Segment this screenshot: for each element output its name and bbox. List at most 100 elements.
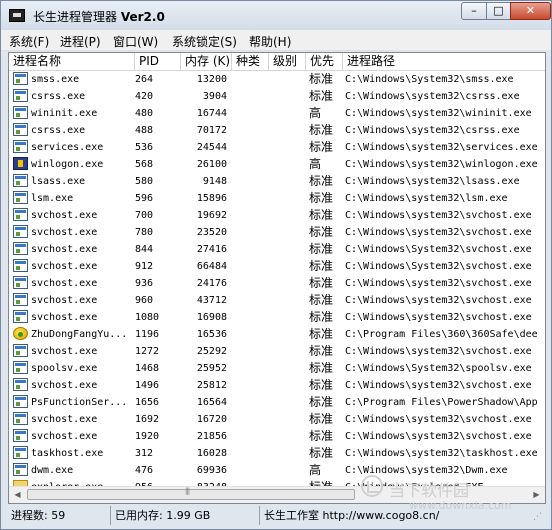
window-app-icon <box>13 429 28 442</box>
table-row[interactable]: services.exe 536 24544 标准 C:\Windows\system3… <box>9 139 545 156</box>
priority-cell: 标准 <box>309 89 334 103</box>
table-row[interactable]: svchost.exe 1692 16720 标准 C:\Windows\system3… <box>9 411 545 428</box>
path-cell: C:\Windows\system32\svchost.exe <box>345 227 532 238</box>
memory-cell: 25812 <box>196 380 227 391</box>
menu-process[interactable]: 进程(P) <box>60 33 101 50</box>
horizontal-scrollbar[interactable]: ◀ ▶ <box>9 486 545 503</box>
column-memory[interactable]: 内存 (K) <box>181 53 232 70</box>
column-level[interactable]: 级别 <box>269 53 306 70</box>
menu-help[interactable]: 帮助(H) <box>249 33 291 50</box>
table-row[interactable]: svchost.exe 912 66484 标准 C:\Windows\System32… <box>9 258 545 275</box>
memory-cell: 16536 <box>196 329 227 340</box>
scroll-right-icon[interactable]: ▶ <box>529 488 544 502</box>
priority-cell: 标准 <box>309 327 334 341</box>
pid-cell: 476 <box>135 465 154 476</box>
table-row[interactable]: svchost.exe 700 19692 标准 C:\Windows\system32… <box>9 207 545 224</box>
column-process-name[interactable]: 进程名称 <box>9 53 135 70</box>
list-header: 进程名称 PID 内存 (K) 种类 级别 优先 进程路径 <box>9 53 545 71</box>
table-row[interactable]: smss.exe 264 13200 标准 C:\Windows\System32\sm… <box>9 71 545 88</box>
column-pid[interactable]: PID <box>135 53 181 70</box>
pid-cell: 1272 <box>135 346 160 357</box>
process-name-cell: svchost.exe <box>31 312 98 323</box>
priority-cell: 标准 <box>309 259 334 273</box>
window-app-icon <box>13 174 28 187</box>
path-cell: C:\Windows\system32\Dwm.exe <box>345 465 508 476</box>
menu-system-lock[interactable]: 系统锁定(S) <box>172 33 237 50</box>
memory-cell: 27416 <box>196 244 227 255</box>
table-row[interactable]: PsFunctionSer... 1656 16564 标准 C:\Program Fi… <box>9 394 545 411</box>
column-type[interactable]: 种类 <box>232 53 269 70</box>
status-studio: 长生工作室 http://www.cogo8.cn/ <box>259 506 539 525</box>
column-priority[interactable]: 优先 <box>306 53 343 70</box>
priority-cell: 标准 <box>309 225 334 239</box>
memory-cell: 66484 <box>196 261 227 272</box>
window-app-icon <box>13 310 28 323</box>
process-name-cell: lsass.exe <box>31 176 86 187</box>
table-row[interactable]: svchost.exe 936 24176 标准 C:\Windows\system32… <box>9 275 545 292</box>
pid-cell: 844 <box>135 244 154 255</box>
table-row[interactable]: csrss.exe 488 70172 标准 C:\Windows\system32\c… <box>9 122 545 139</box>
priority-cell: 标准 <box>309 378 334 392</box>
memory-cell: 21856 <box>196 431 227 442</box>
process-name-cell: dwm.exe <box>31 465 74 476</box>
table-row[interactable]: wininit.exe 480 16744 高 C:\Windows\system32\… <box>9 105 545 122</box>
close-button[interactable]: ✕ <box>510 2 551 20</box>
window-app-icon <box>13 276 28 289</box>
memory-cell: 26100 <box>196 159 227 170</box>
scroll-left-icon[interactable]: ◀ <box>10 488 25 502</box>
table-row[interactable]: svchost.exe 1920 21856 标准 C:\Windows\system3… <box>9 428 545 445</box>
process-list[interactable]: 进程名称 PID 内存 (K) 种类 级别 优先 进程路径 smss.exe 26… <box>8 52 546 504</box>
status-memory-used: 已用内存: 1.99 GB <box>110 506 256 525</box>
process-name-cell: svchost.exe <box>31 278 98 289</box>
path-cell: C:\Windows\system32\svchost.exe <box>345 295 532 306</box>
priority-cell: 标准 <box>309 242 334 256</box>
priority-cell: 高 <box>309 106 322 120</box>
table-row[interactable]: taskhost.exe 312 16028 标准 C:\Windows\system3… <box>9 445 545 462</box>
window-title-version: Ver2.0 <box>120 10 165 24</box>
window-app-icon <box>13 106 28 119</box>
table-row[interactable]: svchost.exe 960 43712 标准 C:\Windows\system32… <box>9 292 545 309</box>
memory-cell: 9148 <box>202 176 227 187</box>
pid-cell: 1656 <box>135 397 160 408</box>
pid-cell: 596 <box>135 193 154 204</box>
path-cell: C:\Windows\system32\svchost.exe <box>345 312 532 323</box>
table-row[interactable]: csrss.exe 420 3904 标准 C:\Windows\system32\cs… <box>9 88 545 105</box>
process-name-cell: taskhost.exe <box>31 448 104 459</box>
memory-cell: 25292 <box>196 346 227 357</box>
pid-cell: 580 <box>135 176 154 187</box>
process-name-cell: svchost.exe <box>31 346 98 357</box>
list-rows: smss.exe 264 13200 标准 C:\Windows\System32\sm… <box>9 71 545 488</box>
minimize-button[interactable]: – <box>461 2 487 20</box>
table-row[interactable]: ZhuDongFangYu... 1196 16536 标准 C:\Program Fi… <box>9 326 545 343</box>
menu-window[interactable]: 窗口(W) <box>113 33 158 50</box>
path-cell: C:\Windows\system32\services.exe <box>345 142 538 153</box>
table-row[interactable]: winlogon.exe 568 26100 高 C:\Windows\system32… <box>9 156 545 173</box>
path-cell: C:\Windows\system32\csrss.exe <box>345 91 520 102</box>
priority-cell: 标准 <box>309 310 334 324</box>
table-row[interactable]: dwm.exe 476 69936 高 C:\Windows\system32\Dwm.… <box>9 462 545 479</box>
process-name-cell: wininit.exe <box>31 108 98 119</box>
title-bar[interactable]: 长生进程管理器 Ver2.0 – □ ✕ <box>1 1 551 30</box>
process-name-cell: svchost.exe <box>31 261 98 272</box>
table-row[interactable]: svchost.exe 844 27416 标准 C:\Windows\System32… <box>9 241 545 258</box>
memory-cell: 19692 <box>196 210 227 221</box>
menu-system[interactable]: 系统(F) <box>9 33 49 50</box>
table-row[interactable]: lsm.exe 596 15896 标准 C:\Windows\system32\lsm… <box>9 190 545 207</box>
table-row[interactable]: lsass.exe 580 9148 标准 C:\Windows\system32\ls… <box>9 173 545 190</box>
scroll-thumb[interactable] <box>27 487 355 500</box>
table-row[interactable]: svchost.exe 1080 16908 标准 C:\Windows\system3… <box>9 309 545 326</box>
app-icon <box>9 9 25 22</box>
table-row[interactable]: svchost.exe 1496 25812 标准 C:\Windows\system3… <box>9 377 545 394</box>
column-path[interactable]: 进程路径 <box>343 53 545 70</box>
resize-grip-icon[interactable]: ⋰ <box>533 511 545 523</box>
maximize-button[interactable]: □ <box>486 2 511 20</box>
table-row[interactable]: svchost.exe 780 23520 标准 C:\Windows\system32… <box>9 224 545 241</box>
pid-cell: 536 <box>135 142 154 153</box>
table-row[interactable]: spoolsv.exe 1468 25952 标准 C:\Windows\System3… <box>9 360 545 377</box>
path-cell: C:\Program Files\360\360Safe\dee <box>345 329 538 340</box>
memory-cell: 69936 <box>196 465 227 476</box>
memory-cell: 13200 <box>196 74 227 85</box>
table-row[interactable]: svchost.exe 1272 25292 标准 C:\Windows\system3… <box>9 343 545 360</box>
path-cell: C:\Windows\system32\svchost.exe <box>345 431 532 442</box>
shield-app-icon <box>13 327 28 340</box>
